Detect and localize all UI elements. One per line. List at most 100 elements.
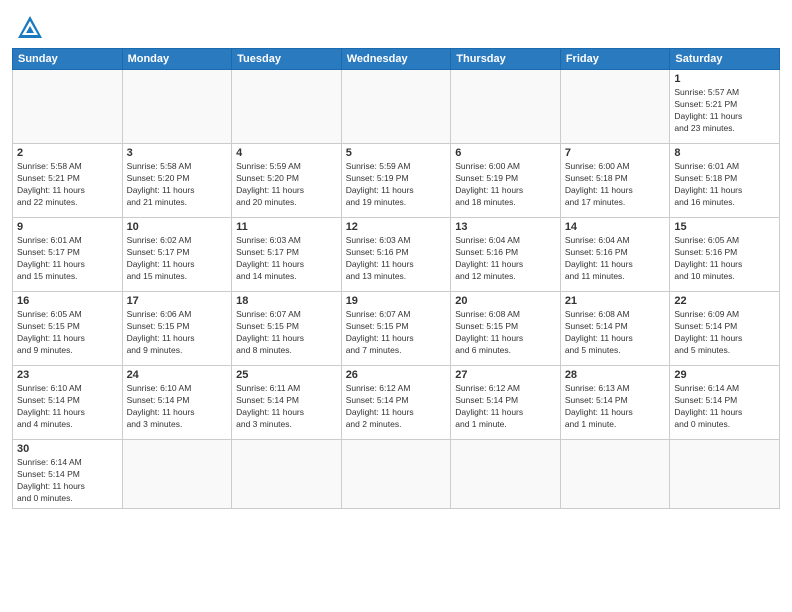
day-number: 13 xyxy=(455,221,556,233)
weekday-header-wednesday: Wednesday xyxy=(341,49,451,70)
calendar-cell xyxy=(451,440,561,509)
weekday-header-tuesday: Tuesday xyxy=(232,49,342,70)
day-info: Sunrise: 6:01 AM Sunset: 5:18 PM Dayligh… xyxy=(674,161,775,209)
day-info: Sunrise: 6:09 AM Sunset: 5:14 PM Dayligh… xyxy=(674,309,775,357)
calendar-cell xyxy=(122,440,232,509)
day-number: 6 xyxy=(455,147,556,159)
day-number: 10 xyxy=(127,221,228,233)
calendar-cell: 16Sunrise: 6:05 AM Sunset: 5:15 PM Dayli… xyxy=(13,292,123,366)
calendar-cell: 20Sunrise: 6:08 AM Sunset: 5:15 PM Dayli… xyxy=(451,292,561,366)
weekday-header-sunday: Sunday xyxy=(13,49,123,70)
day-number: 25 xyxy=(236,369,337,381)
calendar-cell: 2 Sunrise: 5:58 AM Sunset: 5:21 PM Daylig… xyxy=(13,144,123,218)
calendar-cell xyxy=(451,70,561,144)
calendar-cell: 5 Sunrise: 5:59 AM Sunset: 5:19 PM Daylig… xyxy=(341,144,451,218)
calendar-cell: 13Sunrise: 6:04 AM Sunset: 5:16 PM Dayli… xyxy=(451,218,561,292)
day-info: Sunrise: 6:10 AM Sunset: 5:14 PM Dayligh… xyxy=(127,383,228,431)
calendar-cell: 1 Sunrise: 5:57 AM Sunset: 5:21 PM Daylig… xyxy=(670,70,780,144)
day-number: 26 xyxy=(346,369,447,381)
calendar-cell: 3 Sunrise: 5:58 AM Sunset: 5:20 PM Daylig… xyxy=(122,144,232,218)
day-info: Sunrise: 6:00 AM Sunset: 5:18 PM Dayligh… xyxy=(565,161,666,209)
day-info: Sunrise: 6:00 AM Sunset: 5:19 PM Dayligh… xyxy=(455,161,556,209)
day-info: Sunrise: 6:14 AM Sunset: 5:14 PM Dayligh… xyxy=(674,383,775,431)
calendar-week-2: 2 Sunrise: 5:58 AM Sunset: 5:21 PM Daylig… xyxy=(13,144,780,218)
weekday-header-row: SundayMondayTuesdayWednesdayThursdayFrid… xyxy=(13,49,780,70)
calendar-cell xyxy=(560,440,670,509)
day-number: 21 xyxy=(565,295,666,307)
calendar-cell: 22Sunrise: 6:09 AM Sunset: 5:14 PM Dayli… xyxy=(670,292,780,366)
day-info: Sunrise: 6:03 AM Sunset: 5:16 PM Dayligh… xyxy=(346,235,447,283)
page: SundayMondayTuesdayWednesdayThursdayFrid… xyxy=(0,0,792,612)
logo-area xyxy=(12,14,44,42)
calendar-cell: 6 Sunrise: 6:00 AM Sunset: 5:19 PM Daylig… xyxy=(451,144,561,218)
day-info: Sunrise: 6:12 AM Sunset: 5:14 PM Dayligh… xyxy=(346,383,447,431)
calendar-cell: 19 Sunrise: 6:07 AM Sunset: 5:15 PM Dayli… xyxy=(341,292,451,366)
day-info: Sunrise: 6:12 AM Sunset: 5:14 PM Dayligh… xyxy=(455,383,556,431)
calendar-cell: 7 Sunrise: 6:00 AM Sunset: 5:18 PM Daylig… xyxy=(560,144,670,218)
day-number: 8 xyxy=(674,147,775,159)
day-info: Sunrise: 6:07 AM Sunset: 5:15 PM Dayligh… xyxy=(236,309,337,357)
day-number: 24 xyxy=(127,369,228,381)
calendar-cell: 18 Sunrise: 6:07 AM Sunset: 5:15 PM Dayli… xyxy=(232,292,342,366)
calendar-cell xyxy=(13,70,123,144)
day-info: Sunrise: 5:57 AM Sunset: 5:21 PM Dayligh… xyxy=(674,87,775,135)
day-number: 4 xyxy=(236,147,337,159)
weekday-header-monday: Monday xyxy=(122,49,232,70)
day-info: Sunrise: 5:58 AM Sunset: 5:21 PM Dayligh… xyxy=(17,161,118,209)
calendar-cell: 24 Sunrise: 6:10 AM Sunset: 5:14 PM Dayli… xyxy=(122,366,232,440)
day-number: 23 xyxy=(17,369,118,381)
weekday-header-friday: Friday xyxy=(560,49,670,70)
calendar-cell: 29 Sunrise: 6:14 AM Sunset: 5:14 PM Dayli… xyxy=(670,366,780,440)
calendar-cell xyxy=(122,70,232,144)
day-info: Sunrise: 6:14 AM Sunset: 5:14 PM Dayligh… xyxy=(17,457,118,505)
calendar-cell: 26 Sunrise: 6:12 AM Sunset: 5:14 PM Dayli… xyxy=(341,366,451,440)
day-number: 19 xyxy=(346,295,447,307)
calendar-cell: 21 Sunrise: 6:08 AM Sunset: 5:14 PM Dayli… xyxy=(560,292,670,366)
calendar-week-1: 1 Sunrise: 5:57 AM Sunset: 5:21 PM Daylig… xyxy=(13,70,780,144)
day-info: Sunrise: 6:06 AM Sunset: 5:15 PM Dayligh… xyxy=(127,309,228,357)
calendar-cell xyxy=(341,70,451,144)
day-info: Sunrise: 6:10 AM Sunset: 5:14 PM Dayligh… xyxy=(17,383,118,431)
day-info: Sunrise: 6:04 AM Sunset: 5:16 PM Dayligh… xyxy=(565,235,666,283)
calendar-cell: 14 Sunrise: 6:04 AM Sunset: 5:16 PM Dayli… xyxy=(560,218,670,292)
day-info: Sunrise: 6:13 AM Sunset: 5:14 PM Dayligh… xyxy=(565,383,666,431)
header xyxy=(12,10,780,42)
calendar-cell: 8 Sunrise: 6:01 AM Sunset: 5:18 PM Daylig… xyxy=(670,144,780,218)
day-number: 27 xyxy=(455,369,556,381)
day-number: 12 xyxy=(346,221,447,233)
calendar-cell: 10 Sunrise: 6:02 AM Sunset: 5:17 PM Dayli… xyxy=(122,218,232,292)
calendar-cell: 30 Sunrise: 6:14 AM Sunset: 5:14 PM Dayli… xyxy=(13,440,123,509)
calendar-cell: 12 Sunrise: 6:03 AM Sunset: 5:16 PM Dayli… xyxy=(341,218,451,292)
day-number: 18 xyxy=(236,295,337,307)
day-number: 5 xyxy=(346,147,447,159)
day-info: Sunrise: 6:05 AM Sunset: 5:15 PM Dayligh… xyxy=(17,309,118,357)
calendar-cell xyxy=(232,440,342,509)
day-info: Sunrise: 6:07 AM Sunset: 5:15 PM Dayligh… xyxy=(346,309,447,357)
day-number: 30 xyxy=(17,443,118,455)
day-number: 17 xyxy=(127,295,228,307)
calendar-cell: 17 Sunrise: 6:06 AM Sunset: 5:15 PM Dayli… xyxy=(122,292,232,366)
weekday-header-saturday: Saturday xyxy=(670,49,780,70)
day-number: 11 xyxy=(236,221,337,233)
calendar-cell: 23 Sunrise: 6:10 AM Sunset: 5:14 PM Dayli… xyxy=(13,366,123,440)
day-number: 7 xyxy=(565,147,666,159)
day-info: Sunrise: 6:08 AM Sunset: 5:14 PM Dayligh… xyxy=(565,309,666,357)
day-info: Sunrise: 5:58 AM Sunset: 5:20 PM Dayligh… xyxy=(127,161,228,209)
calendar-cell xyxy=(670,440,780,509)
day-number: 14 xyxy=(565,221,666,233)
day-number: 29 xyxy=(674,369,775,381)
day-info: Sunrise: 6:05 AM Sunset: 5:16 PM Dayligh… xyxy=(674,235,775,283)
day-number: 3 xyxy=(127,147,228,159)
day-number: 2 xyxy=(17,147,118,159)
day-info: Sunrise: 5:59 AM Sunset: 5:19 PM Dayligh… xyxy=(346,161,447,209)
day-info: Sunrise: 6:11 AM Sunset: 5:14 PM Dayligh… xyxy=(236,383,337,431)
calendar-week-6: 30 Sunrise: 6:14 AM Sunset: 5:14 PM Dayli… xyxy=(13,440,780,509)
day-number: 9 xyxy=(17,221,118,233)
day-info: Sunrise: 6:02 AM Sunset: 5:17 PM Dayligh… xyxy=(127,235,228,283)
day-number: 1 xyxy=(674,73,775,85)
day-info: Sunrise: 6:08 AM Sunset: 5:15 PM Dayligh… xyxy=(455,309,556,357)
calendar-cell: 4Sunrise: 5:59 AM Sunset: 5:20 PM Daylig… xyxy=(232,144,342,218)
calendar-week-5: 23 Sunrise: 6:10 AM Sunset: 5:14 PM Dayli… xyxy=(13,366,780,440)
calendar-cell xyxy=(560,70,670,144)
calendar-week-3: 9Sunrise: 6:01 AM Sunset: 5:17 PM Daylig… xyxy=(13,218,780,292)
